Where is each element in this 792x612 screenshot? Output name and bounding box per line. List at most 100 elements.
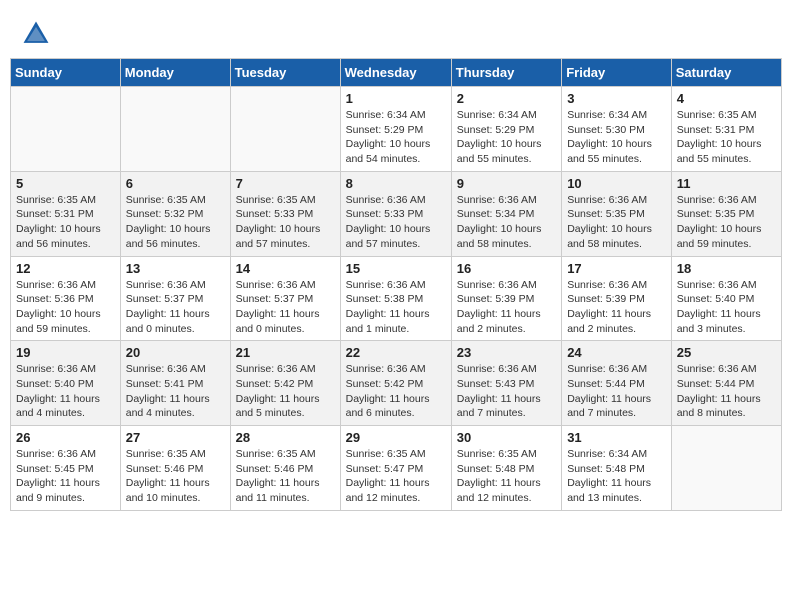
day-info: Sunrise: 6:35 AM Sunset: 5:46 PM Dayligh…: [236, 447, 335, 506]
calendar-cell: 12 Sunrise: 6:36 AM Sunset: 5:36 PM Dayli…: [11, 256, 121, 341]
day-number: 13: [126, 261, 225, 276]
day-of-week-header: Monday: [120, 59, 230, 87]
day-of-week-header: Saturday: [671, 59, 781, 87]
day-number: 20: [126, 345, 225, 360]
day-number: 17: [567, 261, 666, 276]
day-info: Sunrise: 6:35 AM Sunset: 5:32 PM Dayligh…: [126, 193, 225, 252]
day-info: Sunrise: 6:35 AM Sunset: 5:46 PM Dayligh…: [126, 447, 225, 506]
day-info: Sunrise: 6:34 AM Sunset: 5:48 PM Dayligh…: [567, 447, 666, 506]
day-info: Sunrise: 6:36 AM Sunset: 5:36 PM Dayligh…: [16, 278, 115, 337]
day-number: 22: [346, 345, 446, 360]
day-number: 30: [457, 430, 556, 445]
calendar-cell: 3 Sunrise: 6:34 AM Sunset: 5:30 PM Daylig…: [562, 87, 672, 172]
day-info: Sunrise: 6:34 AM Sunset: 5:29 PM Dayligh…: [346, 108, 446, 167]
day-info: Sunrise: 6:36 AM Sunset: 5:40 PM Dayligh…: [16, 362, 115, 421]
day-info: Sunrise: 6:36 AM Sunset: 5:43 PM Dayligh…: [457, 362, 556, 421]
day-info: Sunrise: 6:36 AM Sunset: 5:44 PM Dayligh…: [677, 362, 776, 421]
day-info: Sunrise: 6:36 AM Sunset: 5:39 PM Dayligh…: [457, 278, 556, 337]
day-info: Sunrise: 6:36 AM Sunset: 5:40 PM Dayligh…: [677, 278, 776, 337]
calendar-cell: 25 Sunrise: 6:36 AM Sunset: 5:44 PM Dayli…: [671, 341, 781, 426]
day-info: Sunrise: 6:35 AM Sunset: 5:47 PM Dayligh…: [346, 447, 446, 506]
day-of-week-header: Tuesday: [230, 59, 340, 87]
calendar-cell: 2Sunrise: 6:34 AM Sunset: 5:29 PM Daylig…: [451, 87, 561, 172]
day-number: 21: [236, 345, 335, 360]
day-info: Sunrise: 6:36 AM Sunset: 5:37 PM Dayligh…: [236, 278, 335, 337]
day-number: 29: [346, 430, 446, 445]
day-number: 7: [236, 176, 335, 191]
calendar-cell: 1 Sunrise: 6:34 AM Sunset: 5:29 PM Daylig…: [340, 87, 451, 172]
day-number: 6: [126, 176, 225, 191]
day-info: Sunrise: 6:35 AM Sunset: 5:31 PM Dayligh…: [677, 108, 776, 167]
calendar-cell: 6 Sunrise: 6:35 AM Sunset: 5:32 PM Daylig…: [120, 171, 230, 256]
calendar-cell: 17 Sunrise: 6:36 AM Sunset: 5:39 PM Dayli…: [562, 256, 672, 341]
calendar-cell: 16 Sunrise: 6:36 AM Sunset: 5:39 PM Dayli…: [451, 256, 561, 341]
day-number: 9: [457, 176, 556, 191]
day-info: Sunrise: 6:36 AM Sunset: 5:42 PM Dayligh…: [346, 362, 446, 421]
day-info: Sunrise: 6:36 AM Sunset: 5:34 PM Dayligh…: [457, 193, 556, 252]
calendar-cell: 18 Sunrise: 6:36 AM Sunset: 5:40 PM Dayli…: [671, 256, 781, 341]
day-number: 15: [346, 261, 446, 276]
day-info: Sunrise: 6:36 AM Sunset: 5:35 PM Dayligh…: [567, 193, 666, 252]
calendar-table: SundayMondayTuesdayWednesdayThursdayFrid…: [10, 58, 782, 511]
day-info: Sunrise: 6:36 AM Sunset: 5:45 PM Dayligh…: [16, 447, 115, 506]
calendar-cell: 31 Sunrise: 6:34 AM Sunset: 5:48 PM Dayli…: [562, 426, 672, 511]
calendar-header-row: SundayMondayTuesdayWednesdayThursdayFrid…: [11, 59, 782, 87]
day-number: 23: [457, 345, 556, 360]
day-info: Sunrise: 6:35 AM Sunset: 5:48 PM Dayligh…: [457, 447, 556, 506]
day-number: 16: [457, 261, 556, 276]
calendar-cell: 20 Sunrise: 6:36 AM Sunset: 5:41 PM Dayli…: [120, 341, 230, 426]
calendar-cell: 13Sunrise: 6:36 AM Sunset: 5:37 PM Dayli…: [120, 256, 230, 341]
calendar-cell: 26 Sunrise: 6:36 AM Sunset: 5:45 PM Dayli…: [11, 426, 121, 511]
calendar-cell: 27 Sunrise: 6:35 AM Sunset: 5:46 PM Dayli…: [120, 426, 230, 511]
day-number: 25: [677, 345, 776, 360]
calendar-week-row: 26 Sunrise: 6:36 AM Sunset: 5:45 PM Dayli…: [11, 426, 782, 511]
day-number: 11: [677, 176, 776, 191]
calendar-cell: 29 Sunrise: 6:35 AM Sunset: 5:47 PM Dayli…: [340, 426, 451, 511]
day-of-week-header: Friday: [562, 59, 672, 87]
day-number: 31: [567, 430, 666, 445]
day-of-week-header: Thursday: [451, 59, 561, 87]
calendar-cell: 24Sunrise: 6:36 AM Sunset: 5:44 PM Dayli…: [562, 341, 672, 426]
calendar-week-row: 5 Sunrise: 6:35 AM Sunset: 5:31 PM Daylig…: [11, 171, 782, 256]
page-header: [10, 10, 782, 54]
day-info: Sunrise: 6:36 AM Sunset: 5:35 PM Dayligh…: [677, 193, 776, 252]
day-number: 2: [457, 91, 556, 106]
day-number: 19: [16, 345, 115, 360]
calendar-cell: 10 Sunrise: 6:36 AM Sunset: 5:35 PM Dayli…: [562, 171, 672, 256]
day-info: Sunrise: 6:36 AM Sunset: 5:42 PM Dayligh…: [236, 362, 335, 421]
day-info: Sunrise: 6:35 AM Sunset: 5:31 PM Dayligh…: [16, 193, 115, 252]
day-number: 14: [236, 261, 335, 276]
day-info: Sunrise: 6:35 AM Sunset: 5:33 PM Dayligh…: [236, 193, 335, 252]
day-number: 27: [126, 430, 225, 445]
day-of-week-header: Sunday: [11, 59, 121, 87]
calendar-cell: 21 Sunrise: 6:36 AM Sunset: 5:42 PM Dayli…: [230, 341, 340, 426]
day-info: Sunrise: 6:36 AM Sunset: 5:33 PM Dayligh…: [346, 193, 446, 252]
day-number: 12: [16, 261, 115, 276]
day-number: 8: [346, 176, 446, 191]
day-info: Sunrise: 6:36 AM Sunset: 5:39 PM Dayligh…: [567, 278, 666, 337]
calendar-cell: 14 Sunrise: 6:36 AM Sunset: 5:37 PM Dayli…: [230, 256, 340, 341]
calendar-cell: [671, 426, 781, 511]
day-number: 5: [16, 176, 115, 191]
day-number: 18: [677, 261, 776, 276]
calendar-cell: 7 Sunrise: 6:35 AM Sunset: 5:33 PM Daylig…: [230, 171, 340, 256]
day-number: 10: [567, 176, 666, 191]
calendar-cell: 15Sunrise: 6:36 AM Sunset: 5:38 PM Dayli…: [340, 256, 451, 341]
day-number: 4: [677, 91, 776, 106]
calendar-cell: [11, 87, 121, 172]
day-number: 26: [16, 430, 115, 445]
calendar-cell: [120, 87, 230, 172]
day-info: Sunrise: 6:34 AM Sunset: 5:30 PM Dayligh…: [567, 108, 666, 167]
day-number: 3: [567, 91, 666, 106]
calendar-cell: 9 Sunrise: 6:36 AM Sunset: 5:34 PM Daylig…: [451, 171, 561, 256]
day-of-week-header: Wednesday: [340, 59, 451, 87]
day-number: 1: [346, 91, 446, 106]
calendar-cell: 23 Sunrise: 6:36 AM Sunset: 5:43 PM Dayli…: [451, 341, 561, 426]
calendar-cell: 11 Sunrise: 6:36 AM Sunset: 5:35 PM Dayli…: [671, 171, 781, 256]
day-info: Sunrise: 6:36 AM Sunset: 5:41 PM Dayligh…: [126, 362, 225, 421]
calendar-cell: 5 Sunrise: 6:35 AM Sunset: 5:31 PM Daylig…: [11, 171, 121, 256]
calendar-cell: 4 Sunrise: 6:35 AM Sunset: 5:31 PM Daylig…: [671, 87, 781, 172]
calendar-cell: 28Sunrise: 6:35 AM Sunset: 5:46 PM Dayli…: [230, 426, 340, 511]
day-number: 24: [567, 345, 666, 360]
logo-icon: [20, 18, 52, 50]
